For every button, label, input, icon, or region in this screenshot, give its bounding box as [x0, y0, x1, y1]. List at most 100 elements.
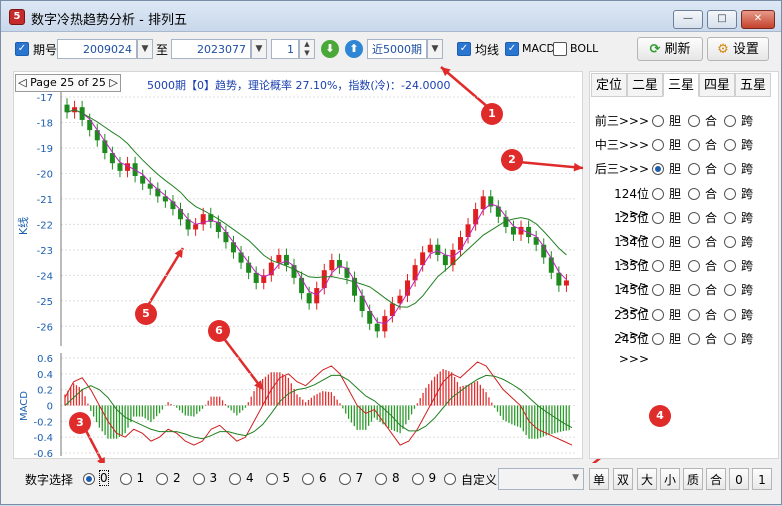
settings-button[interactable]: ⚙ 设置 [707, 37, 769, 61]
prev-page-icon[interactable]: ◁ [18, 76, 26, 89]
quick-button[interactable]: 单 [589, 468, 609, 490]
option-label: 合 [705, 138, 718, 153]
gear-icon: ⚙ [717, 42, 729, 57]
option-radio[interactable] [688, 308, 700, 321]
digit-radio[interactable] [192, 473, 205, 485]
issue-from-dropdown-icon[interactable]: ▼ [137, 39, 153, 59]
custom-select[interactable]: ▼ [498, 468, 584, 490]
quick-button[interactable]: 小 [660, 468, 680, 490]
close-button[interactable]: ✕ [741, 10, 775, 29]
boll-checkbox[interactable] [553, 42, 567, 56]
option-radio[interactable] [688, 211, 700, 224]
digit-radio[interactable] [119, 473, 132, 485]
option-radio[interactable] [724, 187, 736, 200]
option-label: 胆 [669, 138, 682, 153]
option-label: 合 [705, 307, 718, 322]
digit-radio[interactable] [338, 473, 351, 485]
refresh-button[interactable]: ⟳ 刷新 [637, 37, 703, 61]
issue-to-dropdown-icon[interactable]: ▼ [251, 39, 267, 59]
digit-radio[interactable] [375, 473, 387, 485]
chart-info-text: 5000期【0】趋势，理论概率 27.10%，指数(冷)：-24.0000 [147, 79, 451, 92]
option-label: 合 [705, 259, 718, 274]
option-radio[interactable] [724, 211, 736, 224]
issue-from-input[interactable]: 2009024 [57, 39, 137, 59]
tab-0[interactable]: 定位 [591, 73, 627, 97]
tab-2[interactable]: 三星 [663, 73, 699, 97]
option-radio[interactable] [688, 115, 700, 127]
option-label: 跨 [741, 331, 754, 346]
option-label: 胆 [669, 186, 682, 201]
digit-label: 5 [282, 471, 291, 485]
ma-checkbox[interactable]: ✓ [457, 42, 471, 56]
option-radio[interactable] [652, 211, 664, 224]
option-radio[interactable] [652, 115, 664, 127]
next-page-icon[interactable]: ▷ [109, 76, 117, 89]
annotation-marker: 3 [69, 412, 91, 434]
quick-button[interactable]: 0 [729, 468, 749, 490]
option-label: 胆 [669, 235, 682, 249]
position-label: 后三>>> [594, 162, 649, 177]
option-label: 跨 [741, 186, 754, 201]
quick-button[interactable]: 大 [637, 468, 657, 490]
step-input[interactable]: 1 [271, 39, 299, 59]
digit-radio[interactable] [302, 473, 314, 485]
quick-button[interactable]: 合 [706, 468, 726, 490]
digit-radio[interactable] [156, 473, 168, 485]
page-navigator[interactable]: ◁ Page 25 of 25 ▷ [15, 74, 121, 92]
option-radio[interactable] [724, 236, 736, 248]
position-label: 125位>>> [614, 210, 649, 245]
custom-radio[interactable] [444, 473, 456, 485]
option-label: 胆 [669, 210, 682, 225]
maximize-button[interactable]: □ [707, 10, 737, 29]
quick-button[interactable]: 质 [683, 468, 703, 490]
tab-1[interactable]: 二星 [627, 73, 663, 97]
quick-button[interactable]: 1 [752, 468, 772, 490]
digit-select-label: 数字选择 [25, 473, 74, 487]
step-spinner[interactable]: ▲ ▼ [299, 39, 315, 59]
option-label: 跨 [741, 283, 754, 298]
issue-to-input[interactable]: 2023077 [171, 39, 251, 59]
chart-pane [13, 71, 583, 459]
option-radio[interactable] [724, 308, 736, 321]
range-select[interactable]: 近5000期 [367, 39, 427, 59]
position-label: 145位>>> [614, 283, 649, 318]
digit-label: 0 [99, 470, 109, 486]
digit-radio[interactable] [229, 473, 241, 485]
position-label: 中三>>> [594, 138, 649, 153]
position-label: 134位>>> [614, 235, 649, 269]
option-label: 合 [705, 114, 718, 128]
option-label: 胆 [669, 283, 682, 298]
option-radio[interactable] [652, 332, 664, 345]
option-label: 跨 [741, 307, 754, 322]
range-dropdown-icon[interactable]: ▼ [427, 39, 443, 59]
minimize-button[interactable]: — [673, 10, 703, 29]
option-radio[interactable] [688, 332, 700, 345]
option-radio[interactable] [724, 115, 736, 127]
digit-radio[interactable] [83, 473, 95, 485]
option-radio[interactable] [724, 332, 736, 345]
macd-checkbox[interactable]: ✓ [505, 42, 519, 56]
tab-4[interactable]: 五星 [735, 73, 771, 97]
issue-checkbox[interactable]: ✓ [15, 42, 29, 56]
option-label: 合 [705, 235, 718, 249]
next-down-icon[interactable]: ⬇ [321, 40, 339, 58]
position-label: 124位>>> [614, 186, 649, 221]
option-radio[interactable] [652, 236, 664, 248]
annotation-marker: 4 [649, 405, 671, 427]
digit-radio[interactable] [411, 473, 424, 485]
option-radio[interactable] [652, 308, 664, 321]
issue-label: 期号 [33, 43, 58, 57]
next-up-icon[interactable]: ⬆ [345, 40, 363, 58]
to-label: 至 [156, 43, 169, 57]
app-logo-icon: 5 [9, 9, 25, 25]
option-radio[interactable] [652, 187, 664, 200]
tab-3[interactable]: 四星 [699, 73, 735, 97]
option-radio[interactable] [688, 187, 700, 200]
option-label: 跨 [741, 138, 754, 153]
digit-radio[interactable] [265, 473, 278, 485]
annotation-marker: 6 [208, 320, 230, 342]
quick-button[interactable]: 双 [613, 468, 633, 490]
option-label: 跨 [741, 114, 754, 128]
option-radio[interactable] [688, 236, 700, 248]
chevron-down-icon: ▼ [572, 473, 579, 483]
